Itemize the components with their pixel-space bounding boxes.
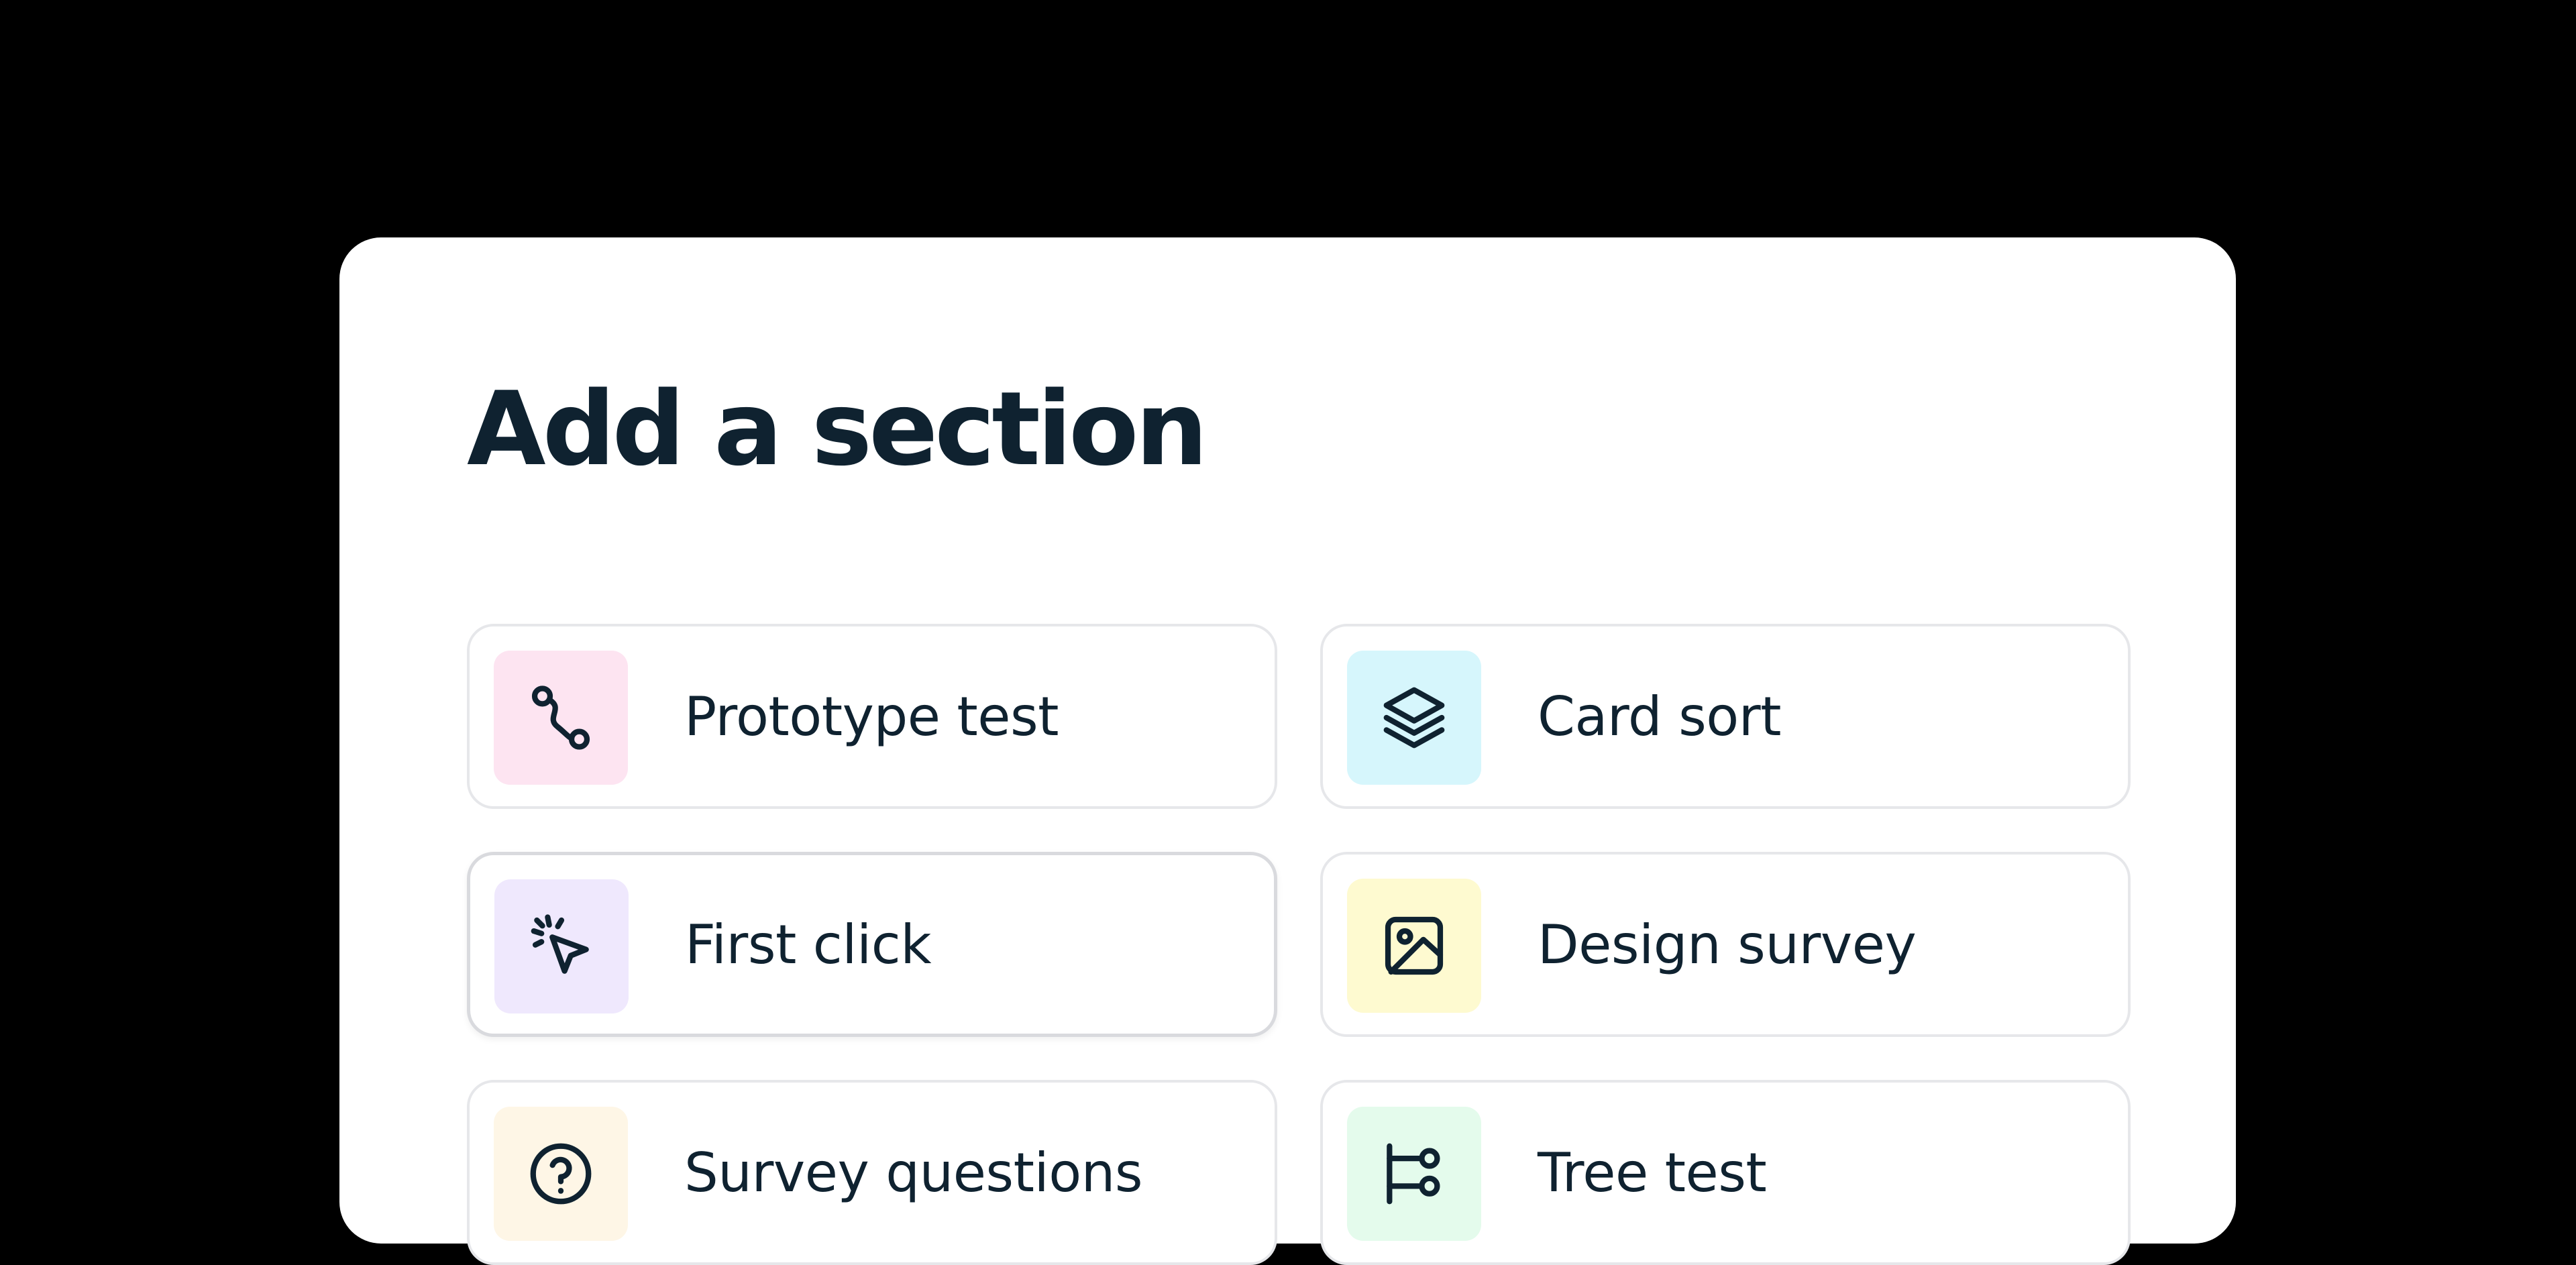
option-design-survey[interactable]: Design survey	[1320, 852, 2131, 1037]
option-first-click[interactable]: First click	[467, 852, 1277, 1037]
option-label: Prototype test	[684, 685, 1059, 748]
icon-tile	[1347, 651, 1481, 785]
option-prototype-test[interactable]: Prototype test	[467, 624, 1277, 809]
icon-tile	[494, 1107, 628, 1241]
icon-tile	[1347, 879, 1481, 1013]
section-options-grid: Prototype test Card sort First click Des…	[467, 624, 2131, 1265]
icon-tile	[494, 879, 629, 1013]
option-label: Survey questions	[684, 1141, 1143, 1204]
option-card-sort[interactable]: Card sort	[1320, 624, 2131, 809]
option-label: Tree test	[1538, 1141, 1767, 1204]
layers-icon	[1383, 687, 1445, 749]
tree-icon	[1387, 1143, 1440, 1205]
image-icon	[1385, 916, 1444, 975]
icon-tile	[1347, 1107, 1481, 1241]
icon-tile	[494, 651, 628, 785]
click-pointer-icon	[531, 914, 589, 974]
add-section-dialog: Add a section Prototype test Card sort F…	[339, 237, 2236, 1265]
option-label: First click	[685, 913, 932, 976]
option-label: Card sort	[1538, 685, 1781, 748]
option-survey-questions[interactable]: Survey questions	[467, 1080, 1277, 1265]
option-label: Design survey	[1538, 913, 1917, 976]
route-icon	[531, 685, 590, 750]
question-circle-icon	[530, 1143, 592, 1205]
option-tree-test[interactable]: Tree test	[1320, 1080, 2131, 1265]
dialog-title: Add a section	[467, 370, 1208, 488]
